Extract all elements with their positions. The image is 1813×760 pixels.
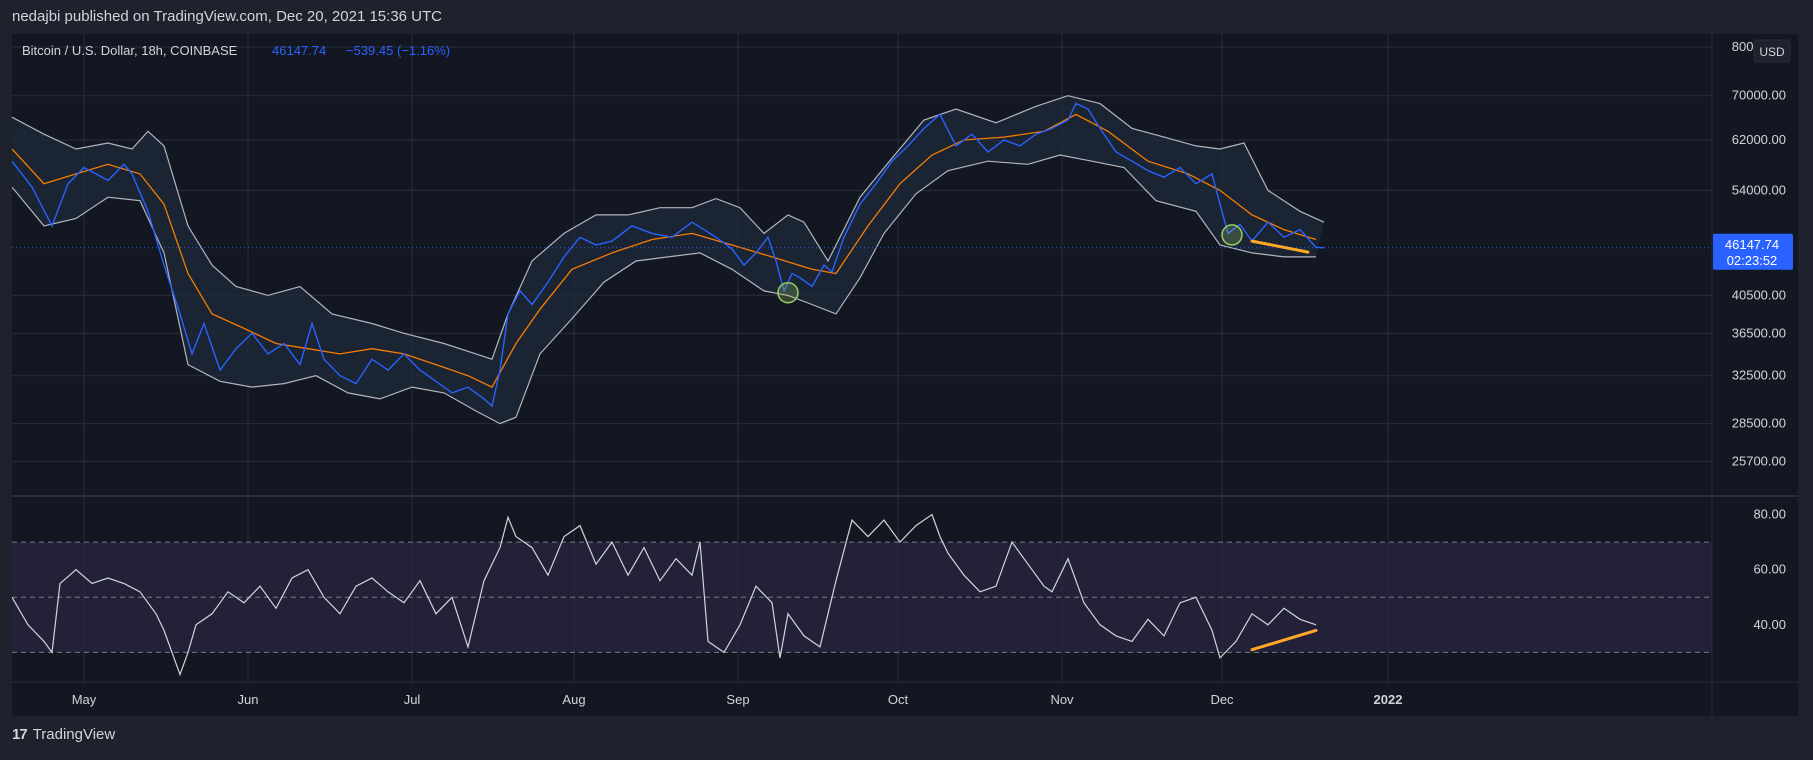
price-tick-label: 36500.00 [1732, 325, 1786, 340]
rsi-tick-label: 60.00 [1753, 562, 1786, 577]
price-tick-label: 62000.00 [1732, 132, 1786, 147]
price-tick-label: 28500.00 [1732, 416, 1786, 431]
legend-last-price: 46147.74 [272, 43, 326, 58]
circle-marker [1221, 224, 1243, 246]
currency-button[interactable]: USD [1753, 39, 1791, 63]
price-tick-label: 25700.00 [1732, 453, 1786, 468]
published-caption: nedajbi published on TradingView.com, De… [12, 8, 442, 25]
time-tick-label: Aug [562, 692, 585, 707]
time-tick-label: Jul [404, 692, 421, 707]
last-price-value: 46147.74 [1725, 237, 1779, 252]
price-tick-label: 70000.00 [1732, 88, 1786, 103]
time-tick-label: Sep [726, 692, 749, 707]
tradingview-logo-icon[interactable]: 17 [12, 726, 28, 743]
currency-button-label: USD [1759, 45, 1785, 59]
price-tick-label: 40500.00 [1732, 287, 1786, 302]
time-tick-label: May [72, 692, 97, 707]
chart-frame[interactable]: 80000.0070000.0062000.0054000.0040500.00… [11, 34, 1798, 716]
price-tick-label: 54000.00 [1732, 182, 1786, 197]
rsi-tick-label: 40.00 [1753, 617, 1786, 632]
time-tick-label: Jun [238, 692, 259, 707]
price-chart-svg[interactable]: 80000.0070000.0062000.0054000.0040500.00… [11, 34, 1798, 716]
time-tick-label: Nov [1050, 692, 1074, 707]
footer: 17 TradingView [12, 726, 115, 743]
time-tick-label: Dec [1210, 692, 1234, 707]
price-tick-label: 32500.00 [1732, 368, 1786, 383]
rsi-tick-label: 80.00 [1753, 507, 1786, 522]
time-tick-label: Oct [888, 692, 909, 707]
time-tick-label: 2022 [1374, 692, 1403, 707]
legend-change: −539.45 (−1.16%) [346, 43, 450, 58]
circle-marker [777, 281, 799, 304]
last-price-countdown: 02:23:52 [1727, 253, 1778, 268]
last-price-label: 46147.74 02:23:52 [1713, 233, 1793, 270]
footer-brand[interactable]: TradingView [33, 726, 116, 743]
rsi-background-layer [12, 541, 1712, 653]
legend-symbol: Bitcoin / U.S. Dollar, 18h, COINBASE [22, 43, 238, 58]
